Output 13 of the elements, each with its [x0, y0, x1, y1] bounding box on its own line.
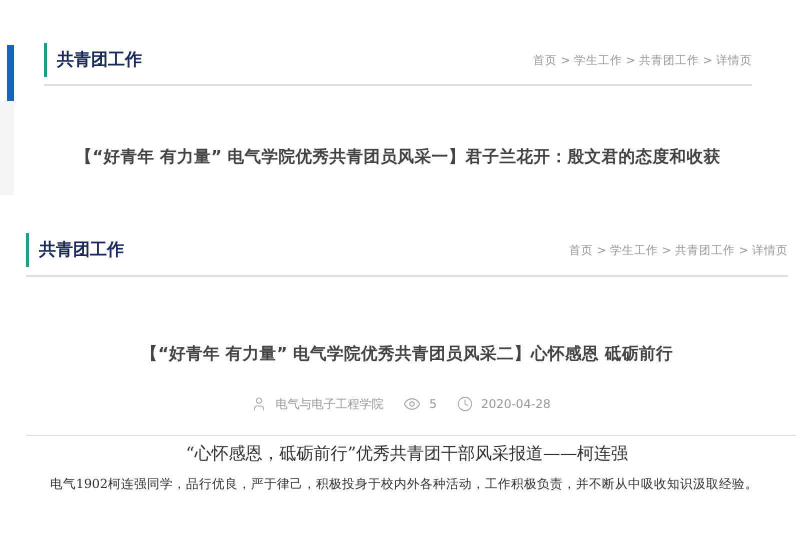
article-subtitle: “心怀感恩，砥砺前行”优秀共青团干部风采报道——柯连强 [184, 443, 630, 465]
clock-icon [456, 396, 473, 412]
breadcrumb: 首页 > 学生工作 > 共青团工作 > 详情页 [533, 52, 752, 68]
article-title: 【“好青年 有力量” 电气学院优秀共青团员风采二】心怀感恩 砥砺前行 [140, 343, 674, 365]
article-title: 【“好青年 有力量” 电气学院优秀共青团员风采一】君子兰花开：殷文君的态度和收获 [74, 146, 722, 168]
publish-date: 2020-04-28 [480, 397, 551, 411]
side-accent-bar [7, 45, 14, 101]
section-title: 共青团工作 [44, 43, 142, 77]
view-count: 5 [429, 397, 437, 411]
section-title: 共青团工作 [26, 233, 124, 267]
breadcrumb: 首页 > 学生工作 > 共青团工作 > 详情页 [569, 242, 788, 258]
article-paragraph: 电气1902柯连强同学，品行优良，严于律己，积极投身于校内外各种活动，工作积极负责，并不断从中吸收知识汲取经验。 [50, 475, 758, 493]
author: 电气与电子工程学院 [275, 396, 384, 412]
